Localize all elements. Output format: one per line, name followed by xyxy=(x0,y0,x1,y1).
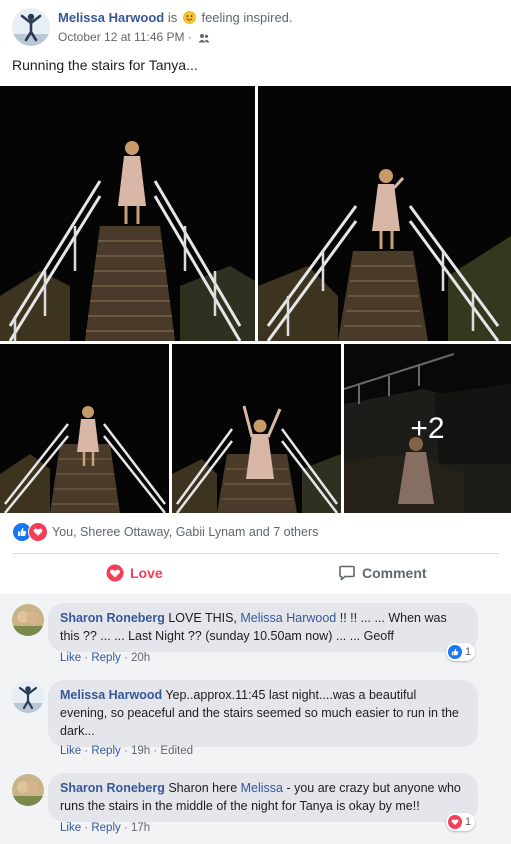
comment-reaction-badge[interactable]: 1 xyxy=(446,643,476,661)
comment-bubble: Sharon Roneberg LOVE THIS, Melissa Harwo… xyxy=(48,603,478,652)
comment-author[interactable]: Sharon Roneberg xyxy=(60,781,165,795)
comment-button[interactable]: Comment xyxy=(338,564,427,582)
comment-meta: Like · Reply · 19h · Edited xyxy=(60,745,194,757)
author-avatar[interactable] xyxy=(12,8,50,46)
comment-button-label: Comment xyxy=(362,565,427,581)
more-photos-overlay[interactable]: +2 xyxy=(344,344,511,513)
post-photo-1[interactable] xyxy=(0,86,255,341)
comment-text: LOVE THIS, xyxy=(164,611,241,625)
post-author-line: Melissa Harwood is feeling inspired. xyxy=(58,10,293,25)
comment-text: Sharon here xyxy=(164,781,241,795)
comment-author[interactable]: Sharon Roneberg xyxy=(60,611,165,625)
post-header: Melissa Harwood is feeling inspired. Oct… xyxy=(0,0,511,56)
comment-avatar-sharon[interactable] xyxy=(12,774,44,806)
comment-bubble: Melissa Harwood Yep..approx.11:45 last n… xyxy=(48,680,478,747)
love-button-label: Love xyxy=(130,565,163,581)
post-photo-3[interactable] xyxy=(0,344,169,513)
comment-like-link[interactable]: Like xyxy=(60,745,81,757)
comment-meta: Like · Reply · 17h xyxy=(60,822,151,834)
feeling-prefix: is xyxy=(167,10,178,25)
reaction-count: 1 xyxy=(465,816,472,828)
post-photo-5-more[interactable]: +2 xyxy=(344,344,511,513)
friends-icon[interactable] xyxy=(198,33,210,43)
comment-edited[interactable]: Edited xyxy=(160,745,193,757)
post-photo-4[interactable] xyxy=(172,344,341,513)
post-author-name[interactable]: Melissa Harwood xyxy=(58,10,164,25)
comment-mention[interactable]: Melissa xyxy=(241,781,283,795)
post-photo-2[interactable] xyxy=(258,86,511,341)
comment-time[interactable]: 19h xyxy=(131,745,150,757)
love-icon xyxy=(28,522,48,542)
comment-time[interactable]: 17h xyxy=(131,822,150,834)
reaction-summary-text: You, Sheree Ottaway, Gabii Lynam and 7 o… xyxy=(52,525,319,539)
comment-reply-link[interactable]: Reply xyxy=(91,652,120,664)
comment-meta: Like · Reply · 20h xyxy=(60,652,151,664)
comment-author[interactable]: Melissa Harwood xyxy=(60,688,162,702)
comment-reaction-badge[interactable]: 1 xyxy=(446,813,476,831)
comment-like-link[interactable]: Like xyxy=(60,822,81,834)
love-reaction-icon xyxy=(106,564,124,582)
love-icon xyxy=(448,815,462,829)
comment-reply-link[interactable]: Reply xyxy=(91,822,120,834)
comment-avatar-melissa[interactable] xyxy=(12,681,44,713)
comment-like-link[interactable]: Like xyxy=(60,652,81,664)
reaction-count: 1 xyxy=(465,646,472,658)
post-actions: Love Comment xyxy=(0,560,511,588)
comment-time[interactable]: 20h xyxy=(131,652,150,664)
post-text: Running the stairs for Tanya... xyxy=(12,57,198,73)
like-icon xyxy=(448,645,462,659)
post-meta: October 12 at 11:46 PM · xyxy=(58,30,210,44)
reaction-summary[interactable]: You, Sheree Ottaway, Gabii Lynam and 7 o… xyxy=(12,522,318,542)
love-button[interactable]: Love xyxy=(106,564,163,582)
divider-top xyxy=(12,553,499,554)
comment-mention[interactable]: Melissa Harwood xyxy=(240,611,336,625)
post-timestamp[interactable]: October 12 at 11:46 PM xyxy=(58,30,185,44)
comment-avatar-sharon[interactable] xyxy=(12,604,44,636)
comment-icon xyxy=(339,565,355,581)
comment-bubble: Sharon Roneberg Sharon here Melissa - yo… xyxy=(48,773,478,822)
feeling-text[interactable]: feeling inspired. xyxy=(201,10,292,25)
smiley-emoji-icon xyxy=(183,11,196,24)
comment-reply-link[interactable]: Reply xyxy=(91,745,120,757)
